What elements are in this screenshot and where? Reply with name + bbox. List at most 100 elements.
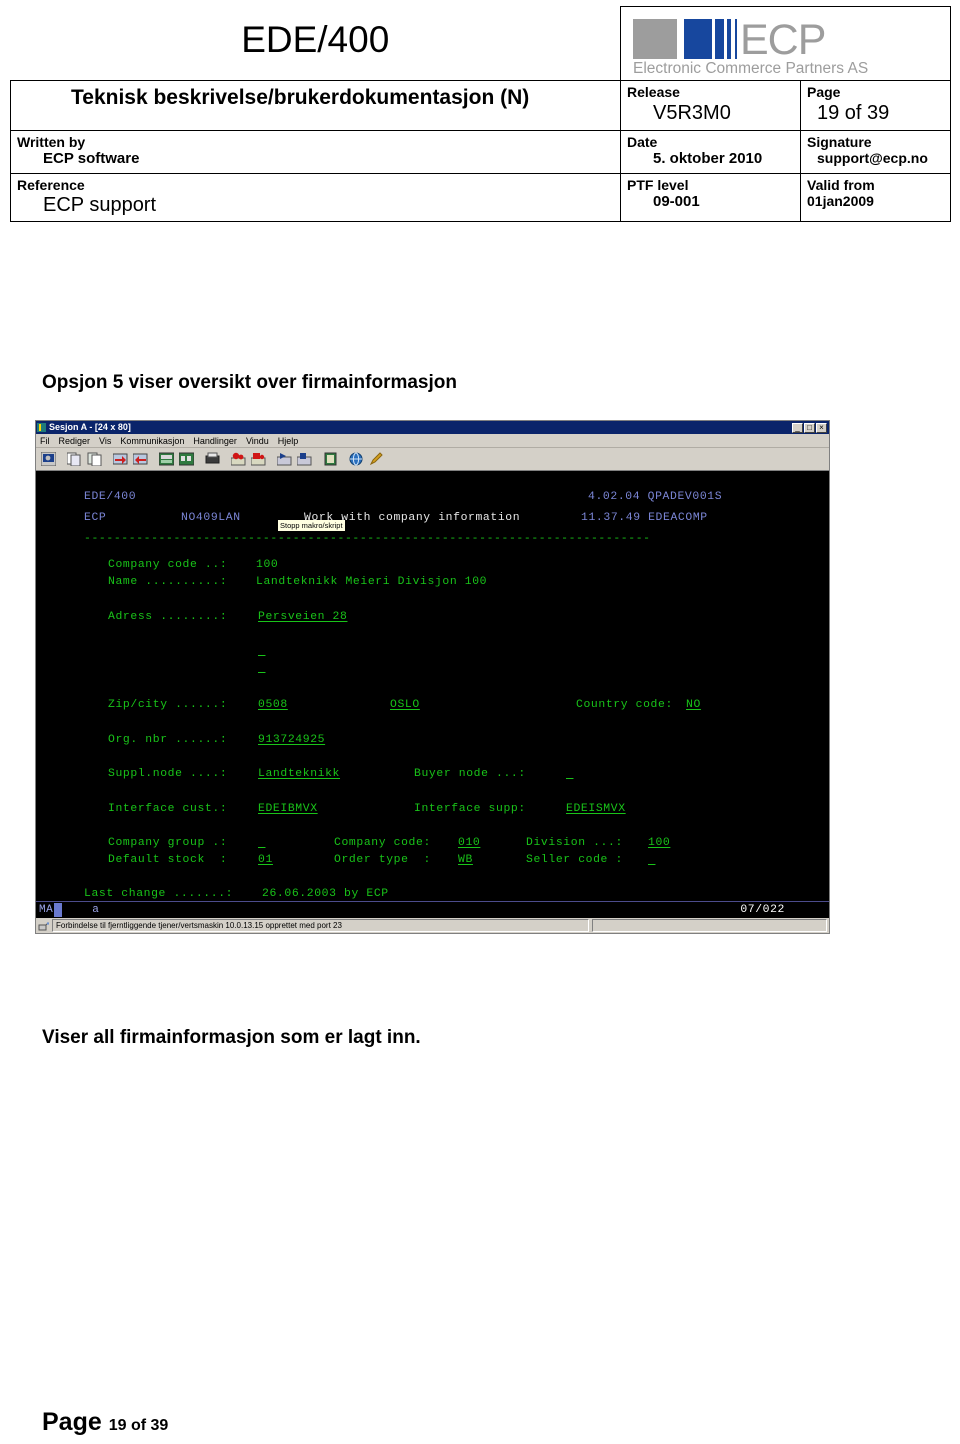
page-value: 19 of 39 bbox=[817, 101, 890, 124]
display-session-icon[interactable] bbox=[39, 450, 58, 468]
org-nbr-label: Org. nbr ......: bbox=[108, 734, 228, 746]
restore-button[interactable]: □ bbox=[804, 422, 815, 433]
name-label: Name ..........: bbox=[108, 576, 228, 588]
screen-line-version: 4.02.04 QPADEV001S bbox=[588, 491, 723, 503]
default-stock-input[interactable]: 01 bbox=[258, 854, 308, 866]
release-label: Release bbox=[627, 84, 680, 100]
logo-blue-bar-3 bbox=[735, 19, 737, 59]
org-nbr-input[interactable]: 913724925 bbox=[258, 734, 366, 746]
written-by-value: ECP software bbox=[43, 150, 140, 168]
paste-icon[interactable] bbox=[85, 450, 104, 468]
interface-supp-input[interactable]: EDEISMVX bbox=[566, 803, 654, 815]
screen-line-time-job: 11.37.49 EDEACOMP bbox=[581, 512, 708, 524]
menu-item-hjelp[interactable]: Hjelp bbox=[278, 435, 299, 447]
country-code-input[interactable]: NO bbox=[686, 699, 708, 711]
logo-blue-bar-2 bbox=[727, 19, 731, 59]
menu-item-vindu[interactable]: Vindu bbox=[246, 435, 269, 447]
internet-icon[interactable] bbox=[347, 450, 366, 468]
reference-label: Reference bbox=[17, 176, 85, 193]
seller-code-input[interactable] bbox=[648, 854, 700, 866]
name-value: Landteknikk Meieri Divisjon 100 bbox=[256, 576, 488, 588]
zipcity-label: Zip/city ......: bbox=[108, 699, 228, 711]
menu-item-vis[interactable]: Vis bbox=[99, 435, 111, 447]
header-row-written-by: Written by ECP software Date 5. oktober … bbox=[10, 129, 952, 174]
company-code-label: Company code ..: bbox=[108, 559, 228, 571]
header-row-title: EDE/400 ECP Electronic Commerce Partners… bbox=[11, 6, 952, 81]
play-macro-alt-icon[interactable] bbox=[295, 450, 314, 468]
header-row-subtitle: Teknisk beskrivelse/brukerdokumentasjon … bbox=[10, 80, 952, 131]
date-value: 5. oktober 2010 bbox=[653, 150, 763, 168]
menu-bar: Fil Rediger Vis Kommunikasjon Handlinger… bbox=[36, 434, 829, 448]
release-value: V5R3M0 bbox=[653, 101, 731, 124]
edit-icon[interactable] bbox=[367, 450, 386, 468]
suppl-node-input[interactable]: Landteknikk bbox=[258, 768, 386, 780]
company-group-input[interactable] bbox=[258, 837, 310, 849]
connection-status-text: Forbindelse til fjerntliggende tjener/ve… bbox=[52, 919, 589, 932]
adress-input-line3[interactable] bbox=[258, 662, 546, 674]
document-subtitle: Teknisk beskrivelse/brukerdokumentasjon … bbox=[71, 86, 530, 109]
company-code-2-input[interactable]: 010 bbox=[458, 837, 508, 849]
seller-code-label: Seller code : bbox=[526, 854, 623, 866]
order-type-label: Order type : bbox=[334, 854, 431, 866]
toolbar bbox=[36, 448, 829, 471]
index-icon[interactable] bbox=[321, 450, 340, 468]
close-button[interactable]: × bbox=[816, 422, 827, 433]
division-input[interactable]: 100 bbox=[648, 837, 680, 849]
menu-item-handlinger[interactable]: Handlinger bbox=[193, 435, 237, 447]
receive-file-icon[interactable] bbox=[131, 450, 150, 468]
minimize-button[interactable]: _ bbox=[792, 422, 803, 433]
footer-page-value: 19 of 39 bbox=[108, 1417, 169, 1434]
print-screen-icon[interactable] bbox=[203, 450, 222, 468]
logo-tagline: Electronic Commerce Partners AS bbox=[633, 60, 869, 77]
suppl-node-label: Suppl.node ....: bbox=[108, 768, 228, 780]
company-code-2-label: Company code: bbox=[334, 837, 431, 849]
section-caption: Viser all firmainformasjon som er lagt i… bbox=[42, 1027, 421, 1048]
valid-from-value: 01jan2009 bbox=[807, 193, 874, 210]
last-change-value: 26.06.2003 by ECP bbox=[262, 888, 389, 900]
zip-input[interactable]: 0508 bbox=[258, 699, 386, 711]
screen-line-lan: NO409LAN bbox=[181, 512, 241, 524]
buyer-node-input[interactable] bbox=[566, 768, 696, 780]
logo-blue-bar-1 bbox=[715, 19, 724, 59]
logo-blue-square bbox=[684, 19, 712, 59]
logo-wordmark: ECP bbox=[740, 16, 826, 65]
adress-input-line1[interactable]: Persveien 28 bbox=[258, 611, 546, 623]
connection-icon bbox=[38, 920, 50, 931]
display-setup-icon[interactable] bbox=[177, 450, 196, 468]
interface-cust-input[interactable]: EDEIBMVX bbox=[258, 803, 346, 815]
ecp-logo: ECP Electronic Commerce Partners AS bbox=[621, 7, 950, 80]
play-macro-icon[interactable] bbox=[275, 450, 294, 468]
send-file-icon[interactable] bbox=[111, 450, 130, 468]
menu-item-kommunikasjon[interactable]: Kommunikasjon bbox=[120, 435, 184, 447]
status-pane-secondary bbox=[592, 919, 827, 932]
header-row-reference: Reference ECP support PTF level 09-001 V… bbox=[10, 172, 952, 223]
last-change-label: Last change .......: bbox=[84, 888, 234, 900]
terminal-screen[interactable]: Stopp makro/skript EDE/400 4.02.04 QPADE… bbox=[36, 471, 829, 901]
written-by-label: Written by bbox=[17, 133, 86, 150]
page-label: Page bbox=[807, 84, 841, 100]
session-icon bbox=[37, 423, 46, 432]
ma-indicator: MA bbox=[39, 904, 54, 916]
copy-icon[interactable] bbox=[65, 450, 84, 468]
screen-title: Work with company information bbox=[304, 512, 521, 524]
screen-line-system: ECP bbox=[84, 512, 107, 524]
input-indicator: a bbox=[92, 904, 99, 916]
signature-value: support@ecp.no bbox=[817, 150, 928, 167]
logo-gray-square bbox=[633, 19, 677, 59]
record-macro-icon[interactable] bbox=[229, 450, 248, 468]
ptf-level-label: PTF level bbox=[627, 176, 689, 193]
order-type-input[interactable]: WB bbox=[458, 854, 508, 866]
menu-item-fil[interactable]: Fil bbox=[40, 435, 50, 447]
menu-item-rediger[interactable]: Rediger bbox=[59, 435, 91, 447]
interface-cust-label: Interface cust.: bbox=[108, 803, 228, 815]
document-header-table: EDE/400 ECP Electronic Commerce Partners… bbox=[10, 6, 952, 223]
buyer-node-label: Buyer node ...: bbox=[414, 768, 526, 780]
adress-label: Adress ........: bbox=[108, 611, 228, 623]
screen-separator: ----------------------------------------… bbox=[84, 533, 651, 545]
stop-macro-icon[interactable] bbox=[249, 450, 268, 468]
adress-input-line2[interactable] bbox=[258, 645, 546, 657]
cursor-block bbox=[54, 903, 63, 917]
interface-supp-label: Interface supp: bbox=[414, 803, 526, 815]
keyboard-map-icon[interactable] bbox=[157, 450, 176, 468]
city-input[interactable]: OSLO bbox=[390, 699, 568, 711]
